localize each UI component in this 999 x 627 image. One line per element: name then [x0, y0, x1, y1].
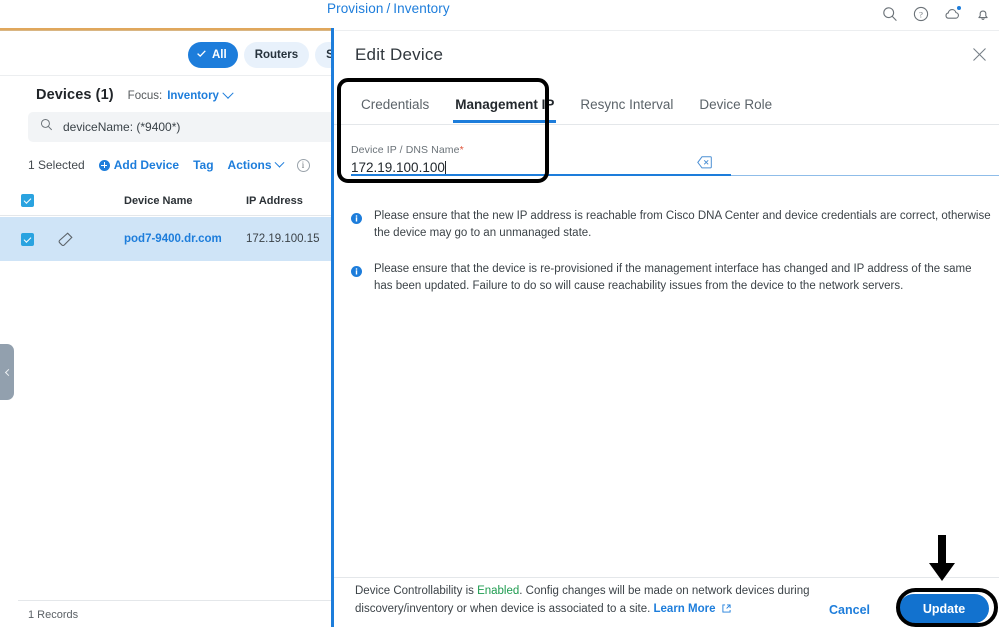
- tab-management-ip[interactable]: Management IP: [442, 97, 567, 123]
- modal-title: Edit Device: [355, 45, 444, 64]
- controllability-prefix: Device Controllability is: [355, 585, 478, 597]
- records-count-label: 1 Records: [28, 609, 79, 621]
- filter-pill-routers[interactable]: Routers: [243, 42, 310, 68]
- page-title: Devices (1): [36, 87, 114, 103]
- device-ip-field-label: Device IP / DNS Name*: [351, 144, 731, 156]
- search-icon[interactable]: [882, 6, 898, 22]
- modal-footer: Device Controllability is Enabled. Confi…: [334, 578, 999, 627]
- select-all-checkbox[interactable]: [21, 194, 34, 207]
- actions-label: Actions: [227, 158, 272, 172]
- device-ip-label-text: Device IP / DNS Name: [351, 144, 460, 156]
- update-button[interactable]: Update: [899, 594, 989, 623]
- status-badge: Enabled: [477, 585, 520, 597]
- chevron-down-icon: [222, 87, 234, 99]
- search-input[interactable]: deviceName: (*9400*): [28, 112, 348, 142]
- info-icon: [351, 211, 362, 242]
- help-icon[interactable]: ?: [913, 6, 929, 22]
- table-row[interactable]: pod7-9400.dr.com 172.19.100.15: [0, 217, 331, 261]
- cell-ip-address: 172.19.100.15: [246, 233, 320, 245]
- tag-label: Tag: [193, 158, 214, 172]
- breadcrumb-provision[interactable]: Provision: [327, 1, 383, 16]
- note-text: Please ensure that the new IP address is…: [374, 210, 991, 240]
- divider: [18, 600, 331, 601]
- plus-circle-icon: [98, 159, 110, 171]
- chevron-down-icon: [274, 157, 284, 168]
- breadcrumb: Provision / Inventory: [327, 1, 450, 16]
- devices-card: Devices (1) Focus: Inventory deviceName:…: [0, 75, 348, 627]
- tab-device-role[interactable]: Device Role: [686, 97, 785, 123]
- clear-input-icon[interactable]: [697, 156, 712, 174]
- focus-selector[interactable]: Focus: Inventory: [127, 87, 234, 102]
- filter-pill-all[interactable]: All: [188, 42, 238, 68]
- filter-pill-routers-label: Routers: [254, 49, 299, 61]
- text-cursor: [444, 161, 446, 174]
- column-header-ip-address[interactable]: IP Address: [246, 195, 303, 207]
- cell-device-name[interactable]: pod7-9400.dr.com: [124, 233, 222, 245]
- list-item: Please ensure that the new IP address is…: [351, 208, 991, 242]
- inventory-left-panel: All Routers Switch Devices (1) Focus: In…: [0, 31, 375, 627]
- input-underline-focused: [351, 174, 731, 176]
- search-icon: [40, 118, 53, 136]
- breadcrumb-inventory[interactable]: Inventory: [393, 1, 449, 16]
- actions-menu-button[interactable]: Actions: [227, 157, 284, 172]
- add-device-label: Add Device: [113, 158, 180, 172]
- device-controllability-text: Device Controllability is Enabled. Confi…: [355, 583, 825, 619]
- focus-label: Focus:: [127, 90, 163, 102]
- panel-collapse-handle[interactable]: [0, 344, 14, 400]
- divider: [334, 124, 999, 125]
- input-underline: [731, 175, 999, 176]
- column-header-device-name[interactable]: Device Name: [124, 195, 193, 207]
- devices-action-bar: 1 Selected Add Device Tag Actions i: [28, 152, 331, 178]
- learn-more-link[interactable]: Learn More: [654, 603, 716, 615]
- device-ip-input[interactable]: 172.19.100.100: [351, 160, 731, 175]
- cloud-icon[interactable]: [944, 6, 961, 22]
- app-root: Provision / Inventory ? All Routers Devi…: [0, 0, 999, 627]
- list-item: Please ensure that the device is re-prov…: [351, 261, 991, 295]
- focus-value: Inventory: [167, 90, 219, 102]
- info-notes-list: Please ensure that the new IP address is…: [351, 208, 991, 314]
- modal-tabs: Credentials Management IP Resync Interva…: [348, 97, 785, 123]
- device-ip-input-value: 172.19.100.100: [351, 160, 445, 175]
- top-header-bar: Provision / Inventory ?: [0, 0, 999, 28]
- device-ip-field-group: Device IP / DNS Name* 172.19.100.100: [351, 144, 731, 175]
- tag-button[interactable]: Tag: [193, 158, 213, 172]
- search-input-value: deviceName: (*9400*): [63, 120, 181, 134]
- devices-header: Devices (1) Focus: Inventory: [36, 87, 234, 103]
- tag-icon[interactable]: [57, 231, 74, 253]
- required-asterisk: *: [459, 144, 464, 156]
- notifications-bell-icon[interactable]: [975, 6, 991, 22]
- info-icon: [351, 264, 362, 295]
- breadcrumb-separator: /: [386, 1, 391, 16]
- header-icon-group: ?: [882, 0, 991, 28]
- row-checkbox[interactable]: [21, 233, 34, 246]
- edit-device-modal: Edit Device Credentials Management IP Re…: [334, 31, 999, 627]
- close-icon[interactable]: [971, 46, 988, 63]
- check-icon: [196, 48, 207, 62]
- tab-credentials[interactable]: Credentials: [348, 97, 442, 123]
- filter-pill-all-label: All: [212, 49, 227, 61]
- note-text: Please ensure that the device is re-prov…: [374, 263, 972, 293]
- selected-count-label: 1 Selected: [28, 158, 85, 172]
- info-icon[interactable]: i: [296, 158, 310, 172]
- chevron-left-icon: [4, 368, 12, 376]
- svg-text:?: ?: [919, 9, 923, 19]
- cancel-button[interactable]: Cancel: [829, 603, 870, 617]
- external-link-icon: [716, 603, 731, 615]
- add-device-button[interactable]: Add Device: [98, 158, 180, 172]
- cloud-badge-dot: [957, 6, 961, 10]
- table-header-row: Device Name IP Address: [0, 184, 331, 216]
- tab-resync-interval[interactable]: Resync Interval: [567, 97, 686, 123]
